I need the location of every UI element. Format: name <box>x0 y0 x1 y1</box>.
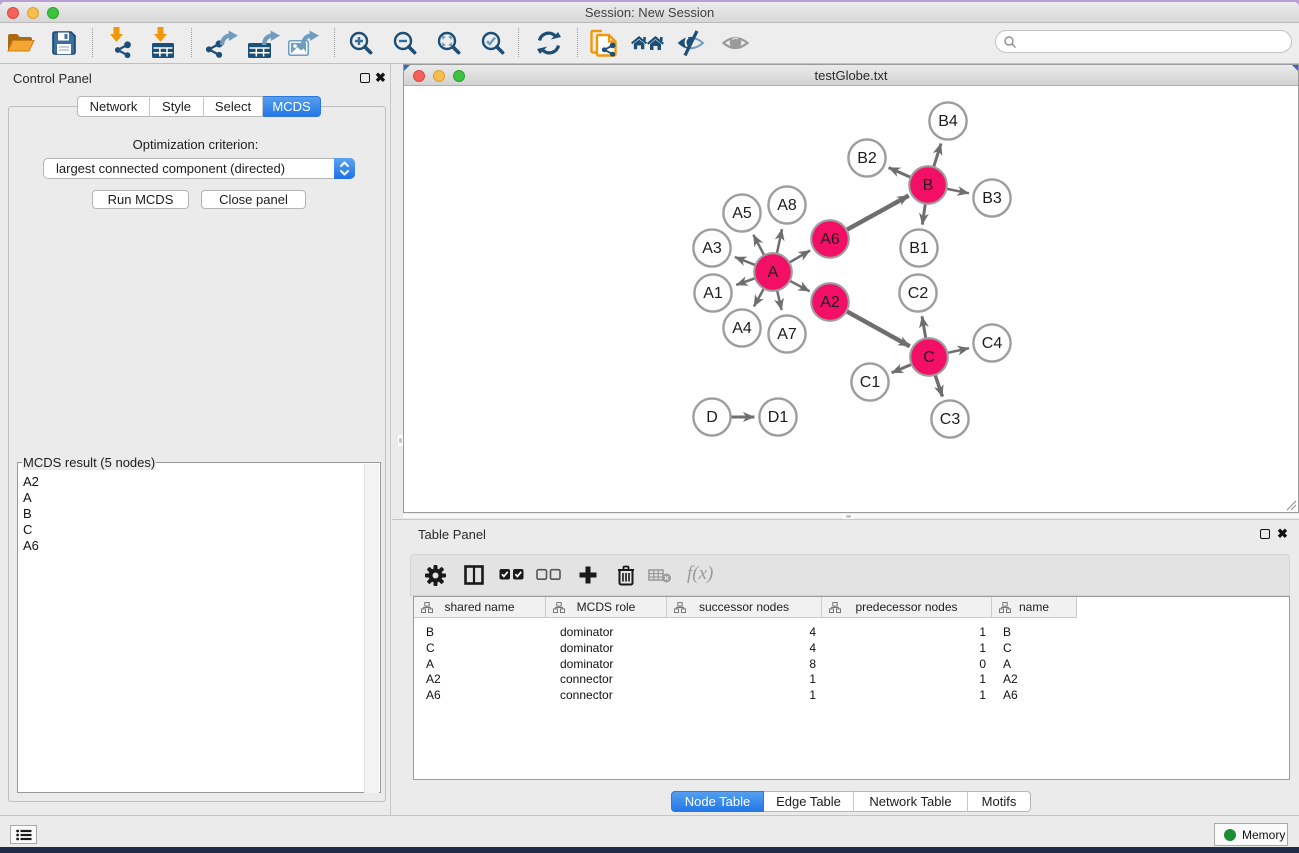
svg-text:D1: D1 <box>768 409 789 426</box>
svg-text:B: B <box>923 177 934 194</box>
svg-text:A: A <box>768 264 779 281</box>
svg-text:C4: C4 <box>982 335 1003 352</box>
svg-text:B1: B1 <box>909 240 929 257</box>
svg-text:A1: A1 <box>703 285 723 302</box>
svg-text:D: D <box>706 409 718 426</box>
svg-text:A3: A3 <box>702 240 722 257</box>
svg-text:A5: A5 <box>732 205 752 222</box>
svg-text:B3: B3 <box>982 190 1002 207</box>
svg-text:A7: A7 <box>777 326 797 343</box>
svg-text:B2: B2 <box>857 150 877 167</box>
svg-text:A8: A8 <box>777 197 797 214</box>
svg-text:A6: A6 <box>820 231 840 248</box>
svg-text:C3: C3 <box>940 411 961 428</box>
svg-text:B4: B4 <box>938 113 958 130</box>
svg-text:C: C <box>923 349 935 366</box>
svg-text:C2: C2 <box>908 285 929 302</box>
svg-text:A4: A4 <box>732 320 752 337</box>
svg-text:C1: C1 <box>860 374 881 391</box>
svg-text:A2: A2 <box>820 294 840 311</box>
